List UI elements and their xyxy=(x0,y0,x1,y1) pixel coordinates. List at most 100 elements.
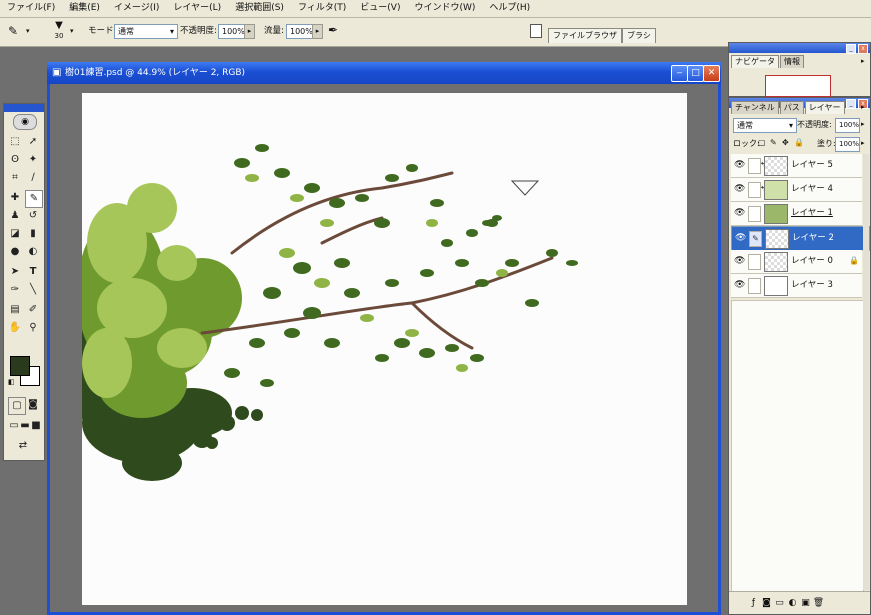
menu-view[interactable]: ビュー(V) xyxy=(353,0,407,17)
pen-tool-icon[interactable]: ✑ xyxy=(7,282,23,298)
eye-icon[interactable]: 👁 xyxy=(734,184,745,194)
flow-arrow-button[interactable]: ▸ xyxy=(312,24,323,39)
type-tool-icon[interactable]: T xyxy=(25,264,41,280)
airbrush-icon[interactable]: ✒ xyxy=(328,23,338,37)
link-toggle[interactable] xyxy=(748,254,761,270)
brush-indicator-icon[interactable]: ✎ xyxy=(749,231,762,247)
panel-menu-arrow-icon[interactable]: ▸ xyxy=(861,103,865,111)
dodge-tool-icon[interactable]: ◐ xyxy=(25,244,41,260)
tab-info[interactable]: 情報 xyxy=(780,55,804,68)
eye-icon[interactable]: 👁 xyxy=(734,208,745,218)
canvas[interactable] xyxy=(82,93,687,605)
lock-transparency-icon[interactable]: ▢ xyxy=(758,138,766,147)
brushes-tab[interactable]: ブラシ xyxy=(622,28,656,43)
crop-tool-icon[interactable]: ⌗ xyxy=(7,170,23,186)
palette-well-icon[interactable] xyxy=(530,24,542,38)
layer-row-1[interactable]: 👁 レイヤー 1 xyxy=(731,202,862,226)
blur-tool-icon[interactable]: ● xyxy=(7,244,23,260)
notes-tool-icon[interactable]: ▤ xyxy=(7,302,23,318)
link-toggle[interactable] xyxy=(748,206,761,222)
eye-icon[interactable]: 👁 xyxy=(735,233,746,243)
brush-tool-icon[interactable]: ✎ xyxy=(8,24,18,38)
menu-image[interactable]: イメージ(I) xyxy=(107,0,167,17)
eye-icon[interactable]: 👁 xyxy=(734,160,745,170)
layer-row-2[interactable]: 👁 ✎ レイヤー 2 xyxy=(731,226,870,251)
opacity-label: 不透明度: xyxy=(180,26,217,36)
move-tool-icon[interactable]: ➚ xyxy=(25,134,41,150)
opacity-arrow-button[interactable]: ▸ xyxy=(244,24,255,39)
document-title-bar[interactable]: ▣ 樹01練習.psd @ 44.9% (レイヤー 2, RGB) ‒ □ ✕ xyxy=(47,62,721,84)
eraser-tool-icon[interactable]: ◪ xyxy=(7,226,23,242)
file-browser-tab[interactable]: ファイルブラウザ xyxy=(548,28,622,43)
layer-set-icon[interactable]: ▭ xyxy=(773,592,786,614)
quick-mask-icon[interactable]: ◙ xyxy=(25,397,41,413)
magic-wand-tool-icon[interactable]: ✦ xyxy=(25,152,41,168)
fill-arrow-icon[interactable]: ▸ xyxy=(861,139,865,147)
eye-icon[interactable]: 👁 xyxy=(734,280,745,290)
hand-tool-icon[interactable]: ✋ xyxy=(7,320,23,336)
line-tool-icon[interactable]: ╲ xyxy=(25,282,41,298)
link-toggle[interactable] xyxy=(748,278,761,294)
panel-minimize-icon[interactable]: _ xyxy=(846,44,856,54)
brush-tool-icon[interactable]: ✎ xyxy=(25,190,43,208)
layer-opacity-input[interactable]: 100% xyxy=(835,118,860,133)
adjustment-layer-icon[interactable]: ◐ xyxy=(786,592,799,614)
layer-row-5[interactable]: 👁 ↰ レイヤー 5 xyxy=(731,154,862,178)
layer-row-4[interactable]: 👁 ↰ レイヤー 4 xyxy=(731,178,862,202)
menu-layer[interactable]: レイヤー(L) xyxy=(166,0,228,17)
flow-label: 流量: xyxy=(264,26,284,36)
maximize-button[interactable]: □ xyxy=(687,65,704,82)
tab-navigator[interactable]: ナビゲータ xyxy=(731,55,779,68)
fill-input[interactable]: 100% xyxy=(835,137,860,152)
marquee-tool-icon[interactable]: ⬚ xyxy=(7,134,23,150)
layer-row-3[interactable]: 👁 レイヤー 3 xyxy=(731,274,862,298)
standard-mode-icon[interactable]: ▢ xyxy=(8,397,26,415)
layer-thumbnail xyxy=(764,204,788,224)
layer-row-0[interactable]: 👁 レイヤー 0 🔒 xyxy=(731,250,862,274)
lock-position-icon[interactable]: ✥ xyxy=(782,138,789,147)
panel-menu-arrow-icon[interactable]: ▸ xyxy=(861,57,865,65)
adobe-online-icon[interactable]: ◉ xyxy=(13,114,37,130)
gradient-tool-icon[interactable]: ▮ xyxy=(25,226,41,242)
imageready-jump-icon[interactable]: ⇄ xyxy=(15,438,31,454)
eyedropper-tool-icon[interactable]: ✐ xyxy=(25,302,41,318)
menu-help[interactable]: ヘルプ(H) xyxy=(482,0,537,17)
layers-empty-area xyxy=(731,300,864,592)
menu-window[interactable]: ウインドウ(W) xyxy=(407,0,482,17)
lock-all-icon[interactable]: 🔒 xyxy=(794,138,804,147)
screen-mode-full-icon[interactable]: ■ xyxy=(28,418,44,434)
history-brush-tool-icon[interactable]: ↺ xyxy=(25,208,41,224)
tool-preset-dropdown[interactable]: ▾ xyxy=(26,27,30,35)
default-colors-icon[interactable]: ◧ xyxy=(8,378,15,386)
minimize-button[interactable]: ‒ xyxy=(671,65,688,82)
tab-layers[interactable]: レイヤー xyxy=(804,101,845,114)
menu-edit[interactable]: 編集(E) xyxy=(62,0,107,17)
close-button[interactable]: ✕ xyxy=(703,65,720,82)
menu-file[interactable]: ファイル(F) xyxy=(0,0,62,17)
tab-paths[interactable]: パス xyxy=(779,101,804,114)
blend-mode-select[interactable]: 通常 ▾ xyxy=(733,118,797,133)
path-selection-tool-icon[interactable]: ➤ xyxy=(7,264,23,280)
navigator-preview[interactable] xyxy=(765,75,831,97)
slice-tool-icon[interactable]: ∕ xyxy=(25,170,41,186)
opacity-arrow-icon[interactable]: ▸ xyxy=(861,120,865,128)
zoom-tool-icon[interactable]: ⚲ xyxy=(25,320,41,336)
tab-channels[interactable]: チャンネル xyxy=(731,101,779,114)
panel-minimize-icon[interactable]: _ xyxy=(846,99,856,109)
layer-mask-icon[interactable]: ◙ xyxy=(760,592,773,614)
brush-preset-picker[interactable]: ▼ 30 xyxy=(52,20,66,44)
menu-select[interactable]: 選択範囲(S) xyxy=(228,0,291,17)
trash-icon[interactable]: 🗑 xyxy=(812,592,825,614)
stamp-tool-icon[interactable]: ♟ xyxy=(7,208,23,224)
eye-icon[interactable]: 👁 xyxy=(734,256,745,266)
layer-style-icon[interactable]: ƒ xyxy=(747,592,760,614)
new-layer-icon[interactable]: ▣ xyxy=(799,592,812,614)
mode-select[interactable]: 通常 ▾ xyxy=(114,24,178,39)
healing-brush-tool-icon[interactable]: ✚ xyxy=(7,190,23,206)
lasso-tool-icon[interactable]: ʘ xyxy=(7,152,23,168)
lock-image-icon[interactable]: ✎ xyxy=(770,138,777,147)
layers-scrollbar[interactable] xyxy=(863,154,869,590)
menu-filter[interactable]: フィルタ(T) xyxy=(291,0,353,17)
panel-close-icon[interactable]: x xyxy=(858,44,868,54)
brush-picker-dropdown[interactable]: ▾ xyxy=(70,27,74,35)
